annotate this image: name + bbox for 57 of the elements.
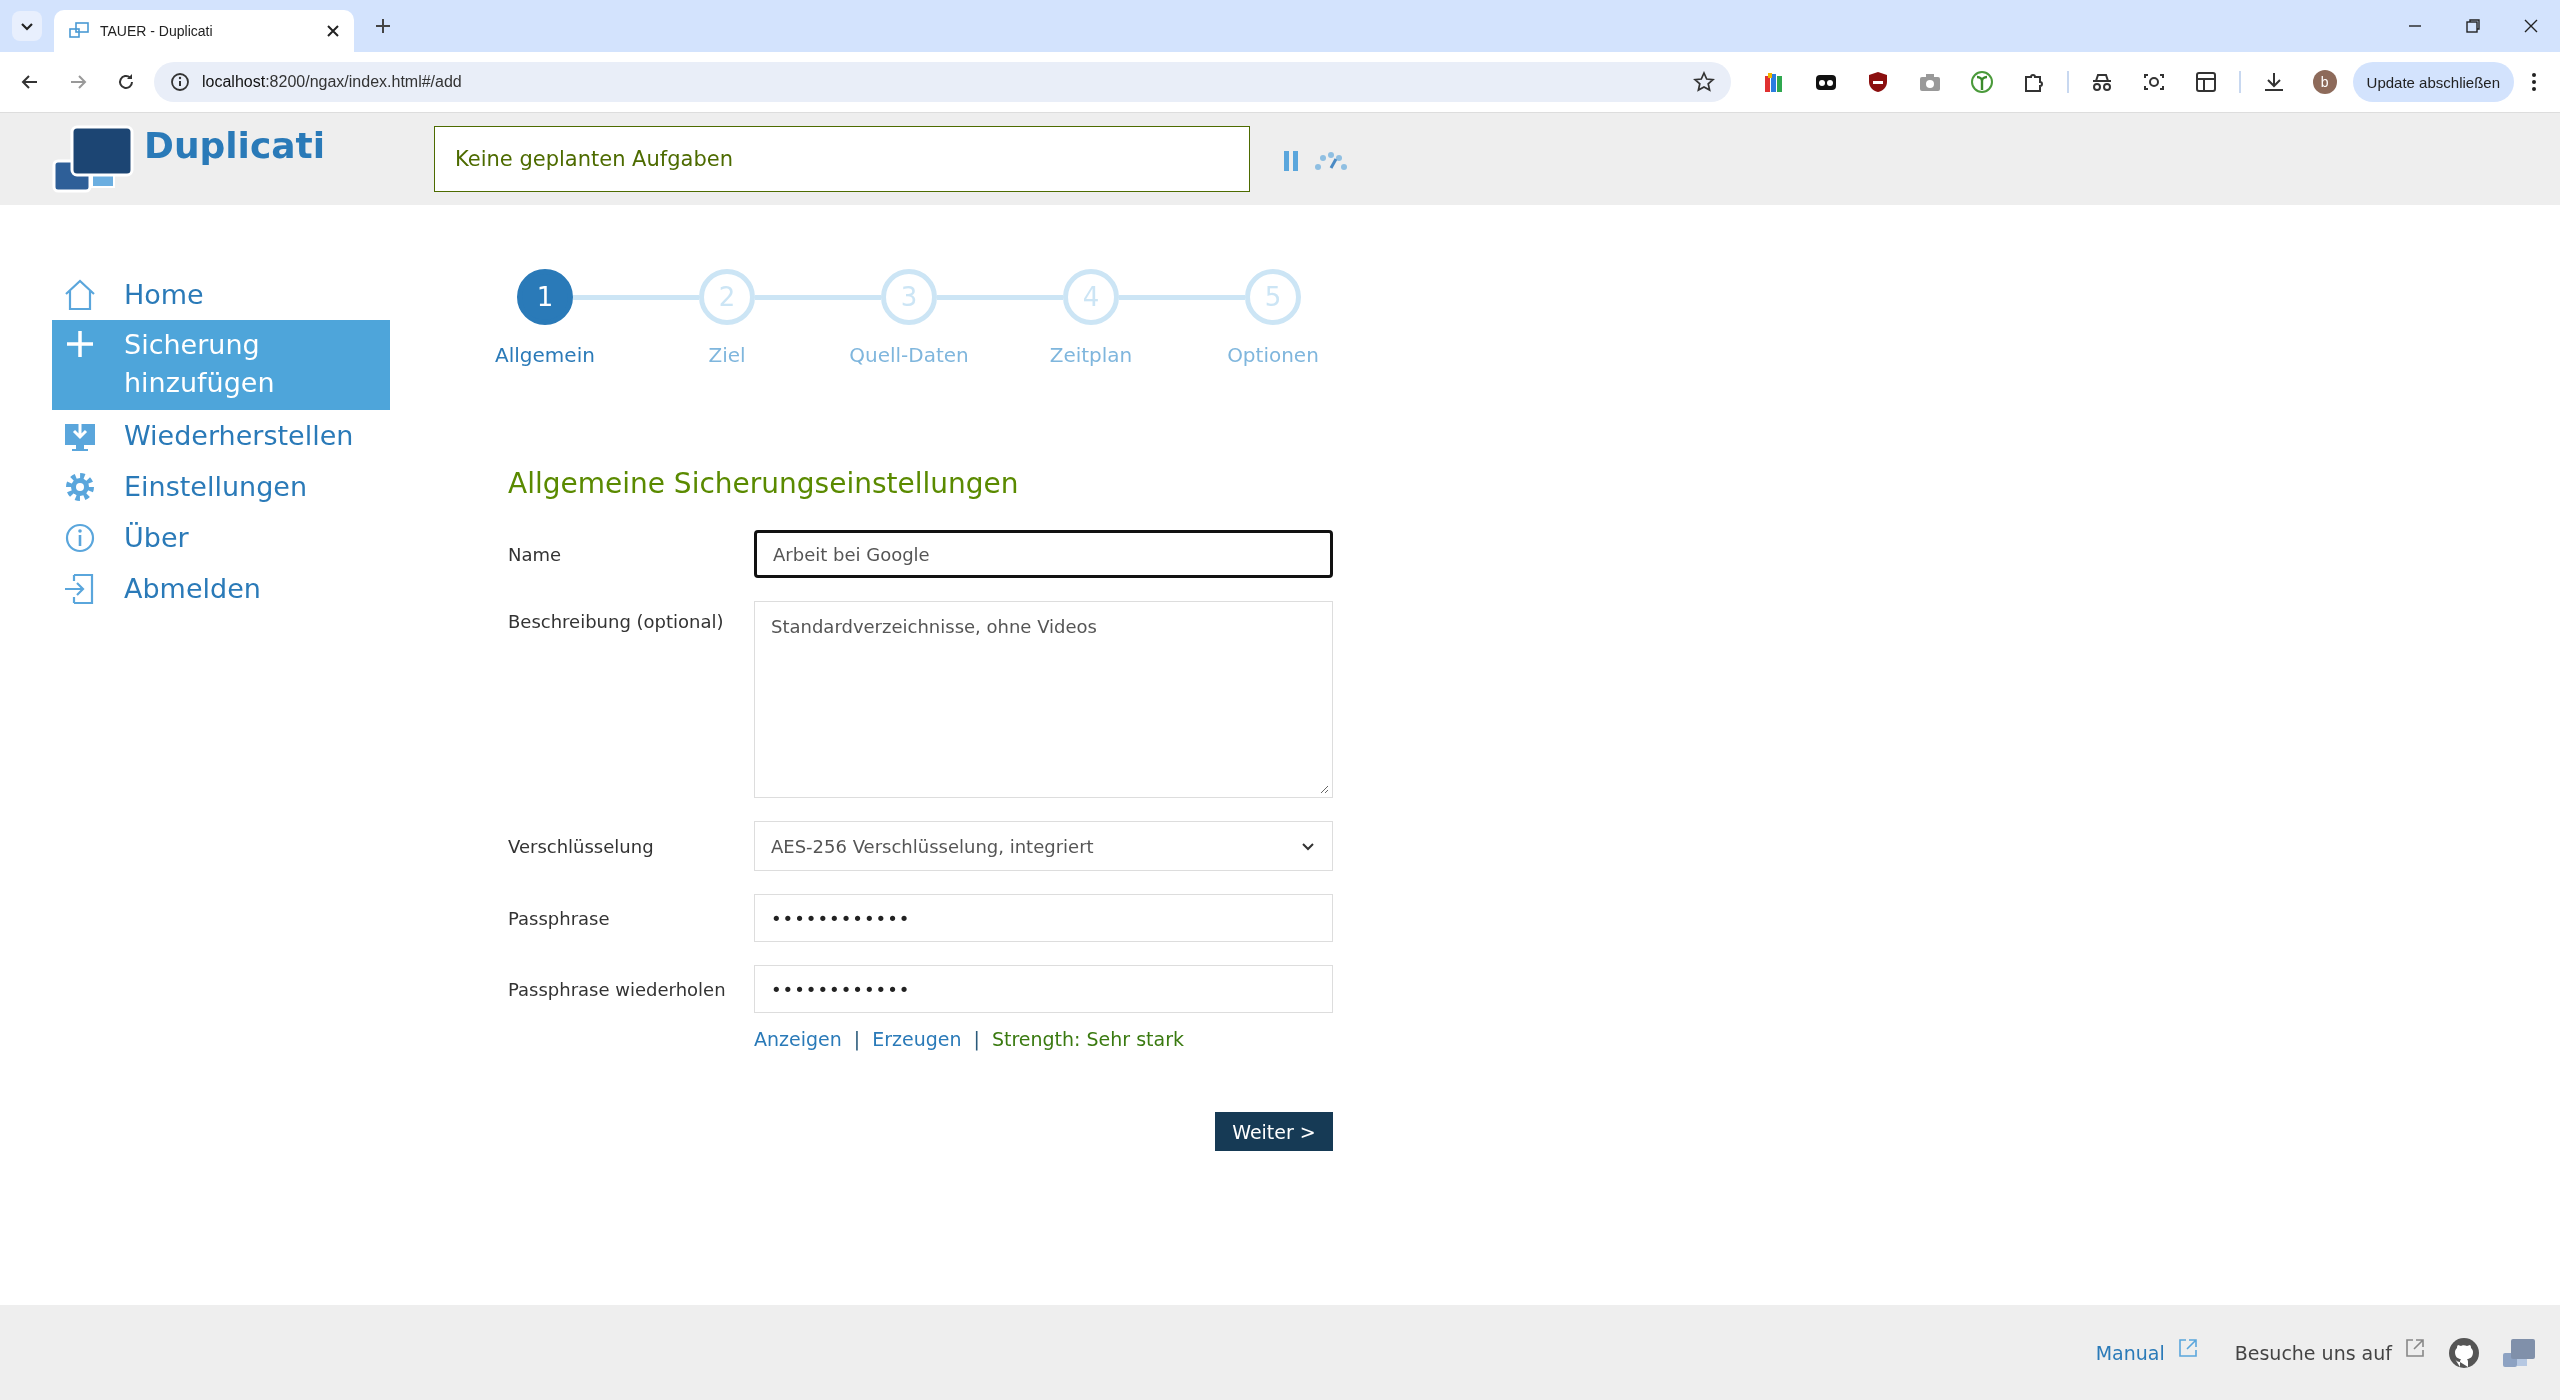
sidebar-item[interactable]: Abmelden [52,563,390,614]
url-text: localhost:8200/ngax/index.html#/add [202,73,462,91]
field-label: Name [508,543,563,565]
link[interactable]: Anzeigen [754,1028,842,1050]
reload-icon[interactable] [116,72,136,92]
side-panel-icon[interactable] [2193,70,2218,94]
speedometer-icon[interactable] [1314,151,1348,171]
step-label: Zeitplan [1048,343,1134,367]
field-label: Passphrase [508,907,611,929]
sidebar-item[interactable]: Wiederherstellen [52,410,390,461]
close-icon[interactable] [2523,18,2539,34]
update-button[interactable]: Update abschließen [2352,62,2514,102]
menu-icon[interactable] [2530,71,2538,93]
star-icon[interactable] [1692,71,1715,93]
name-input[interactable]: Arbeit bei Google [754,530,1333,578]
form-heading: Allgemeine Sicherungseinstellungen [508,467,1020,500]
strength-text: Strength: Sehr stark [991,1028,1184,1050]
info-icon [170,72,190,92]
step-label: Optionen [1226,343,1320,367]
github-icon[interactable] [2448,1336,2480,1369]
encryption-select[interactable]: AES-256 Verschlüsselung, integriert [754,821,1333,871]
field-label: Verschlüsselung [508,835,655,857]
sidebar-item[interactable]: Einstellungen [52,461,390,512]
logo-icon [52,125,136,195]
field-label: Beschreibung (optional) [508,610,725,632]
overlapping-squares-icon [68,22,90,40]
logo-icon[interactable] [2502,1336,2536,1369]
address-bar[interactable]: localhost:8200/ngax/index.html#/add [154,62,1731,102]
app-name: Duplicati [144,125,327,166]
sidebar-item[interactable]: Über [52,512,390,563]
visit-link[interactable]: Besuche uns auf [2234,1341,2392,1364]
link[interactable]: Erzeugen [872,1028,962,1050]
tab-search-button[interactable] [12,11,42,41]
browser-tab[interactable]: TAUER - Duplicati [54,10,354,52]
description-textarea[interactable]: Standardverzeichnisse, ohne Videos [754,601,1333,798]
external-link-icon [2176,1336,2199,1359]
step-circle[interactable]: 1 [517,269,573,325]
restore-icon[interactable] [2465,18,2481,34]
status-box: Keine geplanten Aufgaben [434,126,1250,192]
new-tab-icon[interactable] [374,17,392,35]
profile-avatar[interactable]: b [2312,70,2337,94]
next-button[interactable]: Weiter > [1215,1112,1333,1151]
separator-text: | [853,1028,861,1050]
resize-grip-icon[interactable] [1319,784,1329,794]
step-label: Allgemein [494,343,596,367]
sidebar-item[interactable]: Home [52,269,390,320]
sidebar-item[interactable]: Sicherung hinzufügen [52,320,390,410]
passphrase-input[interactable]: •••••••••••• [754,894,1333,942]
field-label: Passphrase wiederholen [508,978,727,1000]
external-link-icon [2404,1336,2426,1359]
step-label: Quell-Daten [848,343,970,367]
manual-link[interactable]: Manual [2095,1341,2165,1364]
separator-text: | [973,1028,980,1050]
step-label: Ziel [707,343,747,367]
tab-title: TAUER - Duplicati [100,23,214,39]
close-icon[interactable] [326,24,340,38]
passphrase-input[interactable]: •••••••••••• [754,965,1333,1013]
